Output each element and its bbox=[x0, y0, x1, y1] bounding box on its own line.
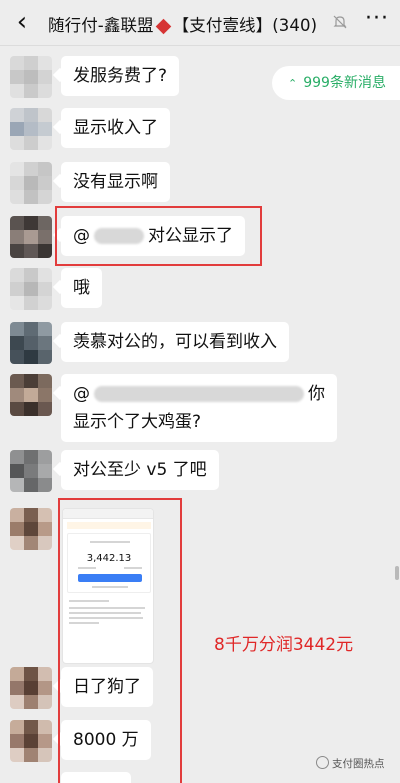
message-text: 显示收入了 bbox=[73, 118, 158, 138]
message-text: 哦 bbox=[73, 278, 90, 298]
message-text: 羡慕对公的，可以看到收入 bbox=[73, 332, 277, 352]
more-button[interactable]: ··· bbox=[363, 8, 391, 34]
scrollbar-thumb[interactable] bbox=[395, 566, 399, 580]
highlight-box bbox=[55, 206, 262, 266]
avatar[interactable] bbox=[10, 450, 52, 492]
message-text: 对公至少 v5 了吧 bbox=[73, 460, 207, 480]
message-bubble[interactable]: 哦 bbox=[61, 268, 102, 308]
message-bubble[interactable]: 显示收入了 bbox=[61, 108, 170, 148]
chat-header: ‹ 随行付-鑫联盟 【支付壹线】(340) ··· bbox=[0, 0, 400, 46]
new-messages-pill[interactable]: ⌃ 999条新消息 bbox=[272, 66, 400, 100]
bell-muted-icon bbox=[333, 15, 347, 29]
watermark-text: 支付圈热点 bbox=[332, 758, 385, 770]
avatar[interactable] bbox=[10, 374, 52, 416]
avatar[interactable] bbox=[10, 108, 52, 150]
avatar[interactable] bbox=[10, 667, 52, 709]
avatar[interactable] bbox=[10, 162, 52, 204]
message-bubble[interactable]: @ 你 显示个了大鸡蛋? bbox=[61, 374, 337, 442]
avatar[interactable] bbox=[10, 720, 52, 762]
message-bubble[interactable]: 对公至少 v5 了吧 bbox=[61, 450, 219, 490]
message-text: 你 bbox=[308, 384, 325, 404]
blurred-username bbox=[94, 386, 304, 402]
title-group-suffix: 【支付壹线】(340) bbox=[172, 16, 318, 35]
annotation-text: 8千万分润3442元 bbox=[214, 635, 354, 655]
message-bubble[interactable]: 没有显示啊 bbox=[61, 162, 170, 202]
mention-at: @ bbox=[73, 384, 90, 404]
back-button[interactable]: ‹ bbox=[8, 8, 36, 36]
message-bubble[interactable]: 羡慕对公的，可以看到收入 bbox=[61, 322, 289, 362]
avatar[interactable] bbox=[10, 56, 52, 98]
message-text: 显示个了大鸡蛋? bbox=[73, 412, 202, 432]
message-text: 发服务费了? bbox=[73, 66, 168, 86]
avatar[interactable] bbox=[10, 322, 52, 364]
avatar[interactable] bbox=[10, 216, 52, 258]
red-diamond-icon bbox=[155, 18, 171, 34]
message-list[interactable]: 发服务费了? ⌃ 999条新消息 显示收入了 没有显示啊 @ 对公显示了 哦 羡慕对… bbox=[0, 46, 400, 783]
highlight-box bbox=[58, 498, 182, 783]
message-text: 没有显示啊 bbox=[73, 172, 158, 192]
avatar[interactable] bbox=[10, 508, 52, 550]
new-messages-label: 999条新消息 bbox=[303, 75, 386, 91]
watermark-logo-icon bbox=[316, 756, 329, 769]
message-bubble[interactable]: 发服务费了? bbox=[61, 56, 180, 96]
watermark: 支付圈热点 bbox=[316, 756, 385, 771]
title-group-name: 随行付-鑫联盟 bbox=[48, 16, 154, 35]
chat-title[interactable]: 随行付-鑫联盟 【支付壹线】(340) bbox=[48, 12, 317, 36]
double-chevron-up-icon: ⌃ bbox=[288, 77, 298, 90]
avatar[interactable] bbox=[10, 268, 52, 310]
